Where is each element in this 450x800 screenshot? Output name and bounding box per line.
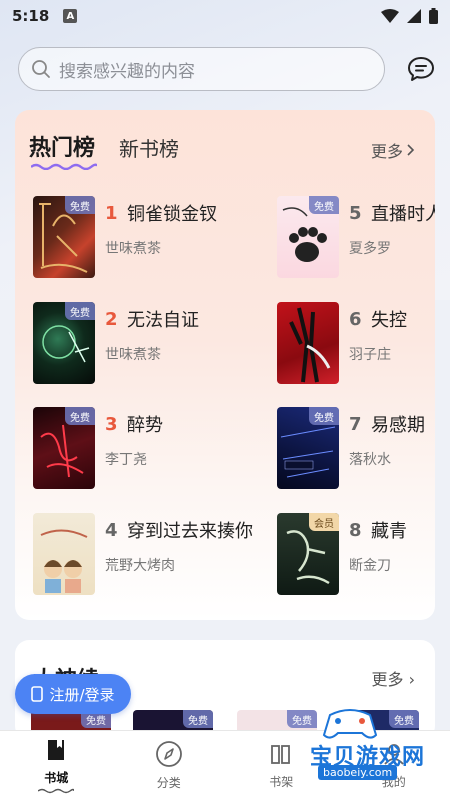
free-badge: 免费 xyxy=(65,196,95,214)
wifi-icon xyxy=(381,9,399,23)
section-more-label: 更多 xyxy=(371,670,404,689)
free-badge: 免费 xyxy=(65,407,95,425)
nav-label: 分类 xyxy=(156,776,181,790)
watermark-url: baobeiy.com xyxy=(318,765,398,780)
rank-number: 4 xyxy=(105,519,118,541)
free-badge: 免费 xyxy=(65,302,95,320)
book-cover: 免费 xyxy=(33,302,95,384)
rank-number: 2 xyxy=(105,308,118,330)
book-author: 落秋水 xyxy=(349,452,391,468)
rank-number: 3 xyxy=(105,413,118,435)
ranking-item[interactable]: 免费 5 直播时人 夏多罗 xyxy=(277,196,435,280)
message-icon xyxy=(408,57,434,81)
book-author: 李丁尧 xyxy=(105,452,147,468)
rank-number: 5 xyxy=(349,202,362,224)
ranking-card: 热门榜 新书榜 更多 免费 1 铜雀锁金钗 世味煮茶 免费 2 无法自证 世味煮… xyxy=(15,110,435,620)
ranking-list: 免费 1 铜雀锁金钗 世味煮茶 免费 2 无法自证 世味煮茶 免费 3 醉势 李… xyxy=(15,110,435,620)
section-more-link[interactable]: 更多 › xyxy=(372,666,416,690)
free-badge: 免费 xyxy=(183,710,213,728)
ranking-item[interactable]: 6 失控 羽子庄 xyxy=(277,302,435,386)
book-title: 直播时人 xyxy=(371,204,435,225)
book-author: 夏多罗 xyxy=(349,241,391,257)
book-cover: 免费 xyxy=(33,407,95,489)
nav-active-wave-icon xyxy=(38,788,75,794)
status-bar: 5:18 A xyxy=(0,0,450,32)
rank-number: 6 xyxy=(349,308,362,330)
cover-art-icon xyxy=(289,307,331,383)
book-cover xyxy=(33,513,95,595)
phone-icon xyxy=(31,686,44,702)
ranking-item[interactable]: 免费 3 醉势 李丁尧 xyxy=(33,407,233,491)
watermark: 宝贝游戏网 baobeiy.com xyxy=(270,705,445,780)
register-login-button[interactable]: 注册/登录 xyxy=(15,674,131,714)
book-title: 无法自证 xyxy=(127,310,199,331)
message-button[interactable] xyxy=(406,54,436,84)
book-icon xyxy=(48,740,65,760)
nav-item-category[interactable]: 分类 xyxy=(124,740,214,791)
battery-icon xyxy=(429,8,438,24)
ranking-item[interactable]: 免费 7 易感期 落秋水 xyxy=(277,407,435,491)
book-author: 羽子庄 xyxy=(349,347,391,363)
ranking-item[interactable]: 会员 8 藏青 断金刀 xyxy=(277,513,435,597)
cover-art-icon xyxy=(40,529,88,593)
book-cover xyxy=(277,302,339,384)
status-icons xyxy=(381,8,438,24)
nav-item-bookstore[interactable]: 书城 xyxy=(11,737,101,794)
free-badge: 免费 xyxy=(309,407,339,425)
ranking-item[interactable]: 4 穿到过去来揍你 荒野大烤肉 xyxy=(33,513,253,597)
search-input[interactable]: 搜索感兴趣的内容 xyxy=(18,47,385,91)
rank-number: 1 xyxy=(105,202,118,224)
book-title: 失控 xyxy=(371,310,407,331)
book-title: 醉势 xyxy=(127,415,163,436)
nav-label: 书城 xyxy=(44,771,69,785)
search-placeholder: 搜索感兴趣的内容 xyxy=(59,61,195,82)
book-cover: 免费 xyxy=(277,196,339,278)
book-author: 荒野大烤肉 xyxy=(105,558,175,574)
rank-number: 7 xyxy=(349,413,362,435)
search-row: 搜索感兴趣的内容 xyxy=(18,47,436,91)
gamepad-logo-icon xyxy=(322,709,378,739)
notification-a-icon: A xyxy=(63,9,78,23)
book-title: 穿到过去来揍你 xyxy=(127,521,253,542)
register-login-label: 注册/登录 xyxy=(49,685,115,704)
book-author: 世味煮茶 xyxy=(105,241,161,257)
book-title: 铜雀锁金钗 xyxy=(127,204,217,225)
ranking-item[interactable]: 免费 2 无法自证 世味煮茶 xyxy=(33,302,233,386)
status-time: 5:18 xyxy=(12,7,50,25)
book-author: 世味煮茶 xyxy=(105,347,161,363)
book-cover: 免费 xyxy=(277,407,339,489)
book-title: 藏青 xyxy=(371,521,407,542)
ranking-item[interactable]: 免费 1 铜雀锁金钗 世味煮茶 xyxy=(33,196,233,280)
search-icon xyxy=(32,60,50,78)
rank-number: 8 xyxy=(349,519,362,541)
vip-badge: 会员 xyxy=(309,513,339,531)
book-cover: 会员 xyxy=(277,513,339,595)
free-badge: 免费 xyxy=(309,196,339,214)
book-cover: 免费 xyxy=(33,196,95,278)
signal-icon xyxy=(407,9,421,23)
compass-icon xyxy=(155,741,182,767)
book-author: 断金刀 xyxy=(349,558,391,574)
book-title: 易感期 xyxy=(371,415,425,436)
